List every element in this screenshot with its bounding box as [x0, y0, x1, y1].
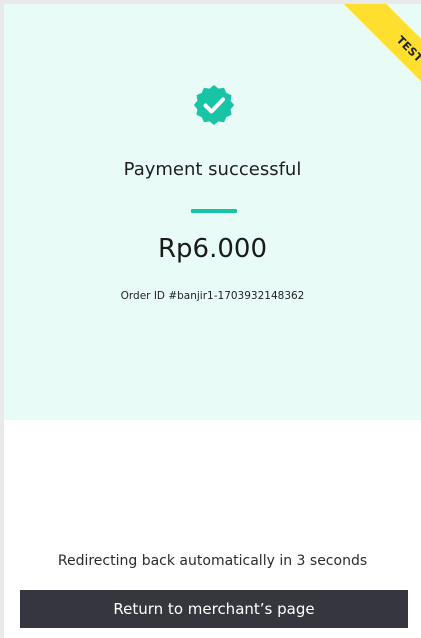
payment-amount: Rp6.000 — [157, 234, 267, 264]
test-ribbon-label: TEST — [339, 4, 421, 120]
success-header: TEST Payment successful Rp6.000 Order ID… — [4, 4, 421, 420]
redirect-countdown-message: Redirecting back automatically in 3 seco… — [57, 553, 368, 569]
payment-status-title: Payment successful — [123, 159, 302, 180]
return-to-merchant-label: Return to merchant’s page — [113, 600, 315, 618]
accent-divider — [191, 209, 237, 213]
verified-check-icon — [193, 85, 235, 125]
order-id: Order ID #banjir1-1703932148362 — [120, 290, 305, 302]
test-ribbon: TEST — [301, 4, 421, 124]
payment-result-panel: TEST Payment successful Rp6.000 Order ID… — [4, 4, 421, 638]
return-to-merchant-button[interactable]: Return to merchant’s page — [20, 590, 408, 628]
